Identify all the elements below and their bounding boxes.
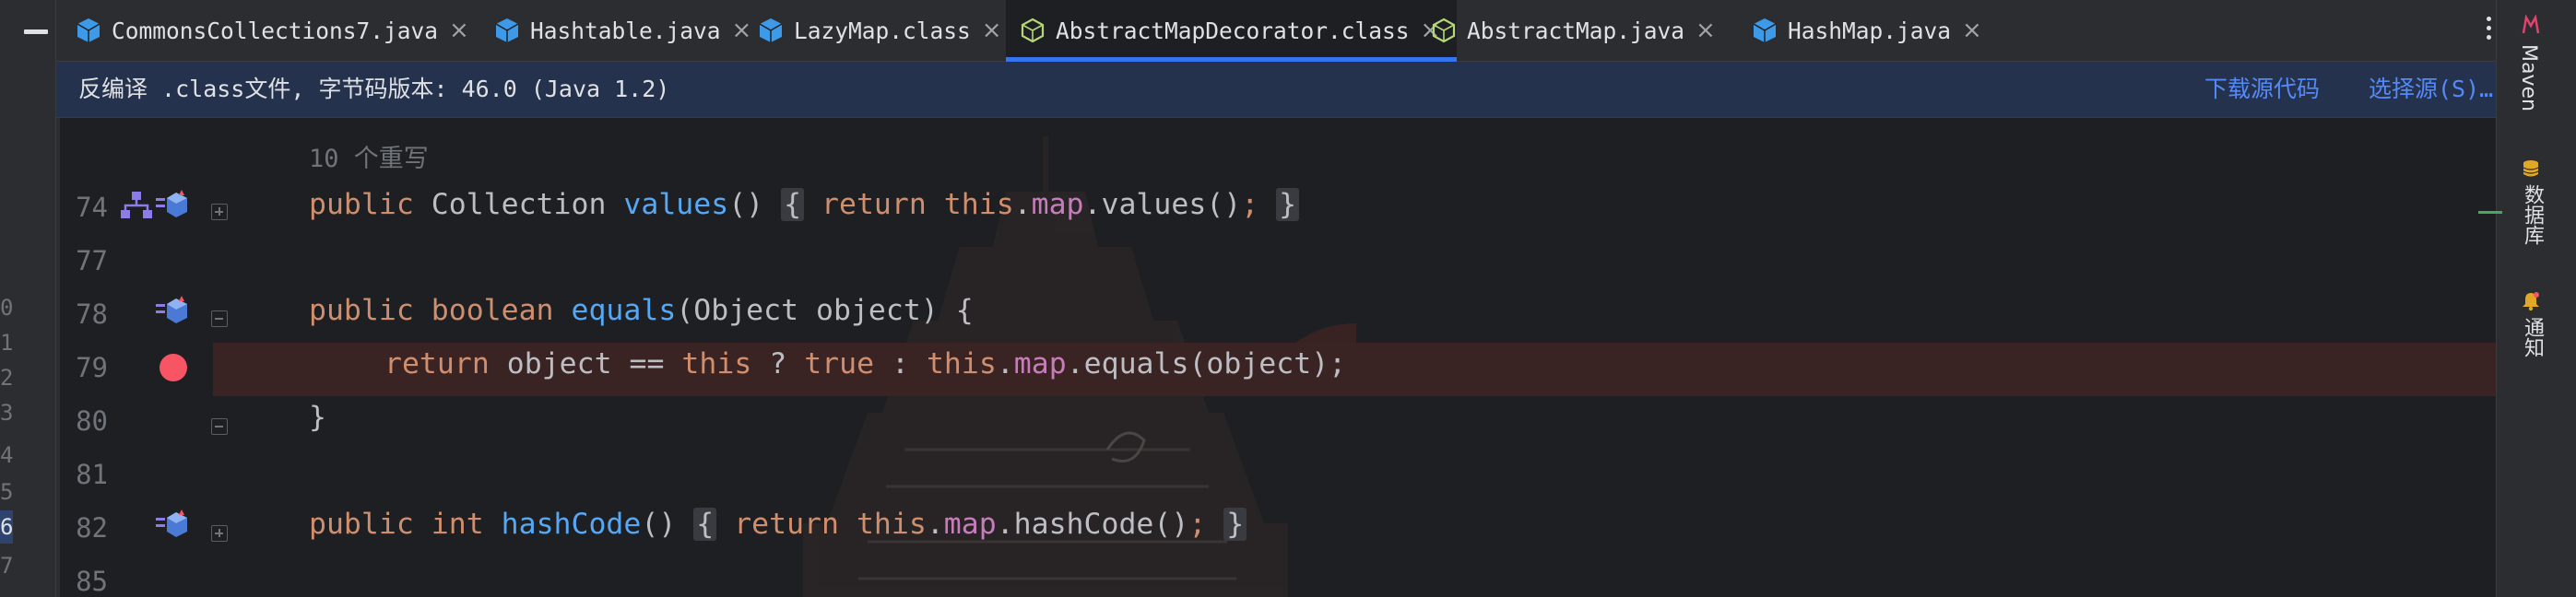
editor-tab-bar: CommonsCollections7.java × Hashtable.jav… [56,0,2497,62]
close-icon[interactable]: × [1696,17,1716,44]
tab-lazymap[interactable]: LazyMap.class × [759,0,1002,61]
tab-abstractmap[interactable]: AbstractMap.java × [1432,0,1716,61]
fold-expand-icon[interactable] [211,204,228,220]
more-tabs-icon[interactable] [2484,17,2493,44]
implementations-gutter-icon[interactable] [119,190,154,221]
java-class-icon [495,18,519,42]
tab-label: Hashtable.java [530,17,721,44]
download-source-link[interactable]: 下载源代码 [2204,62,2320,117]
minimize-icon[interactable] [24,29,48,34]
choose-source-link[interactable]: 选择源(S)… [2369,62,2493,117]
code-line-79: return object == this ? true : this.map.… [384,347,1347,380]
fold-collapse-icon[interactable] [211,418,228,435]
code-line-80: } [309,401,326,434]
tab-label: LazyMap.class [794,17,971,44]
close-icon[interactable]: × [732,17,752,44]
tab-hashmap[interactable]: HashMap.java × [1753,0,1982,61]
line-number: 85 [76,566,108,597]
database-icon [2523,160,2539,177]
fold-collapse-icon[interactable] [211,310,228,327]
change-marker [2478,211,2502,214]
breakpoint-icon[interactable] [160,354,187,381]
tool-window-maven[interactable]: Maven [2517,44,2540,111]
code-line-74: public Collection values() { return this… [309,188,1300,221]
tool-window-database[interactable]: 数据库 [2517,184,2546,245]
tab-commonscollections7[interactable]: CommonsCollections7.java × [77,0,469,61]
line-number: 79 [76,352,108,383]
tab-label: AbstractMapDecorator.class [1056,17,1410,44]
decompiled-notice-banner: 反编译 .class文件, 字节码版本: 46.0 (Java 1.2) 下载源… [56,62,2497,118]
java-class-icon [759,18,783,42]
java-class-icon [77,18,100,42]
panel-gutter-digit: 7 [0,553,13,579]
overrides-gutter-icon[interactable] [156,509,189,541]
close-icon[interactable]: × [1962,17,1982,44]
maven-icon [2522,15,2540,34]
panel-gutter-digit: 3 [0,400,13,426]
tab-label: AbstractMap.java [1467,17,1685,44]
panel-gutter-digit: 2 [0,365,13,391]
line-number: 80 [76,405,108,437]
line-number: 74 [76,192,108,223]
line-number: 81 [76,459,108,490]
code-editor[interactable]: 10 个重写 74 public Collection values() { r… [56,118,2497,597]
tool-window-notifications[interactable]: 通知 [2517,317,2546,357]
overrides-gutter-icon[interactable] [156,190,189,221]
line-number: 82 [76,512,108,544]
line-number: 77 [76,245,108,276]
close-icon[interactable]: × [982,17,1002,44]
right-tool-window-bar: Maven 数据库 通知 [2478,0,2576,597]
panel-gutter-digit: 0 [0,295,13,321]
code-line-78: public boolean equals(Object object) { [309,294,974,327]
close-icon[interactable]: × [449,17,469,44]
panel-gutter-digit: 6 [0,510,13,544]
abstract-class-icon [1021,18,1045,43]
tab-abstractmapdecorator[interactable]: AbstractMapDecorator.class × [1006,0,1458,62]
decompiled-notice-text: 反编译 .class文件, 字节码版本: 46.0 (Java 1.2) [78,76,670,102]
overrides-inlay-hint[interactable]: 10 个重写 [309,138,429,174]
tab-label: CommonsCollections7.java [112,17,439,44]
code-line-82: public int hashCode() { return this.map.… [309,508,1247,541]
tab-label: HashMap.java [1788,17,1952,44]
line-number: 78 [76,298,108,330]
panel-gutter-digit: 5 [0,479,13,505]
left-panel-edge: 0 1 2 3 4 5 6 7 [0,0,56,597]
panel-gutter-digit: 4 [0,442,13,468]
notifications-bell-icon [2523,292,2539,311]
fold-expand-icon[interactable] [211,525,228,542]
overrides-gutter-icon[interactable] [156,296,189,327]
abstract-class-icon [1432,18,1456,43]
panel-gutter-digit: 1 [0,330,13,356]
tab-hashtable[interactable]: Hashtable.java × [495,0,751,61]
java-class-icon [1753,18,1777,42]
